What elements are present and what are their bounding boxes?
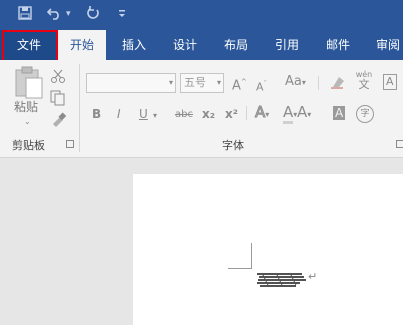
font-launcher-icon[interactable] — [396, 140, 403, 148]
undo-icon[interactable] — [46, 6, 63, 24]
ribbon-tabs: 文件 开始 插入 设计 布局 引用 邮件 审阅 — [0, 30, 403, 60]
font-name-combo[interactable]: ▾ — [86, 73, 176, 93]
phonetic-guide-bottom: 文 — [358, 78, 370, 91]
ribbon-home: 粘贴 ⌄ 剪贴板 ▾ 五号 ▾ A^ Aˇ Aa▾ wén 文 A B I U … — [0, 60, 403, 158]
tab-insert[interactable]: 插入 — [112, 30, 156, 60]
group-divider — [318, 76, 319, 90]
tab-review[interactable]: 审阅 — [366, 30, 403, 60]
chevron-down-icon: ▾ — [216, 78, 221, 87]
paste-button[interactable]: 粘贴 — [14, 100, 38, 114]
tab-references[interactable]: 引用 — [264, 30, 310, 60]
character-border-button[interactable]: A — [383, 74, 397, 90]
font-size-combo[interactable]: 五号 ▾ — [180, 73, 224, 93]
tab-design[interactable]: 设计 — [162, 30, 208, 60]
underline-dropdown-icon[interactable]: ▾ — [153, 109, 157, 123]
group-divider — [79, 64, 80, 152]
underline-button[interactable]: U — [139, 107, 148, 121]
group-divider — [246, 106, 247, 120]
clipboard-group-label: 剪贴板 — [12, 139, 45, 152]
tab-mailings[interactable]: 邮件 — [316, 30, 360, 60]
enclose-characters-button[interactable]: 字 — [356, 105, 374, 123]
document-page[interactable] — [133, 174, 403, 325]
font-group-label: 字体 — [222, 139, 244, 152]
font-color-button[interactable]: A▾ — [297, 105, 311, 122]
chevron-down-icon: ▾ — [168, 78, 173, 87]
bold-button[interactable]: B — [92, 107, 101, 121]
text-effects-button[interactable]: A▾ — [254, 104, 269, 122]
redo-icon[interactable] — [86, 6, 100, 24]
character-shading-button[interactable]: A — [333, 106, 346, 120]
tab-layout[interactable]: 布局 — [214, 30, 258, 60]
clear-formatting-icon[interactable] — [330, 74, 346, 93]
paragraph-mark-icon: ↵ — [308, 270, 318, 283]
change-case-button[interactable]: Aa▾ — [285, 75, 306, 90]
tab-home[interactable]: 开始 — [58, 30, 106, 60]
quick-access-toolbar: ▾ — [0, 0, 403, 30]
strikethrough-button[interactable]: abc — [175, 108, 193, 122]
superscript-button[interactable]: x² — [225, 107, 238, 121]
grow-font-button[interactable]: A^ — [232, 75, 247, 93]
highlight-color-button[interactable]: A▾ — [283, 103, 297, 124]
clipboard-launcher-icon[interactable] — [66, 140, 74, 148]
margin-corner-mark — [228, 268, 252, 269]
phonetic-guide-button[interactable]: wén 文 — [355, 70, 373, 91]
subscript-button[interactable]: x₂ — [202, 107, 215, 121]
cut-icon[interactable] — [50, 68, 66, 87]
copy-icon[interactable] — [50, 90, 66, 110]
redacted-text-scribble — [257, 272, 306, 287]
save-icon[interactable] — [18, 6, 32, 24]
italic-button[interactable]: I — [117, 107, 121, 121]
margin-corner-mark — [251, 243, 252, 269]
undo-dropdown-icon[interactable]: ▾ — [66, 6, 71, 22]
font-size-value: 五号 — [184, 76, 206, 89]
format-painter-icon[interactable] — [50, 112, 67, 132]
paste-icon[interactable] — [14, 66, 44, 104]
shrink-font-button[interactable]: Aˇ — [256, 77, 267, 95]
paste-dropdown-icon[interactable]: ⌄ — [24, 115, 31, 129]
customize-qat-icon[interactable] — [117, 6, 127, 24]
